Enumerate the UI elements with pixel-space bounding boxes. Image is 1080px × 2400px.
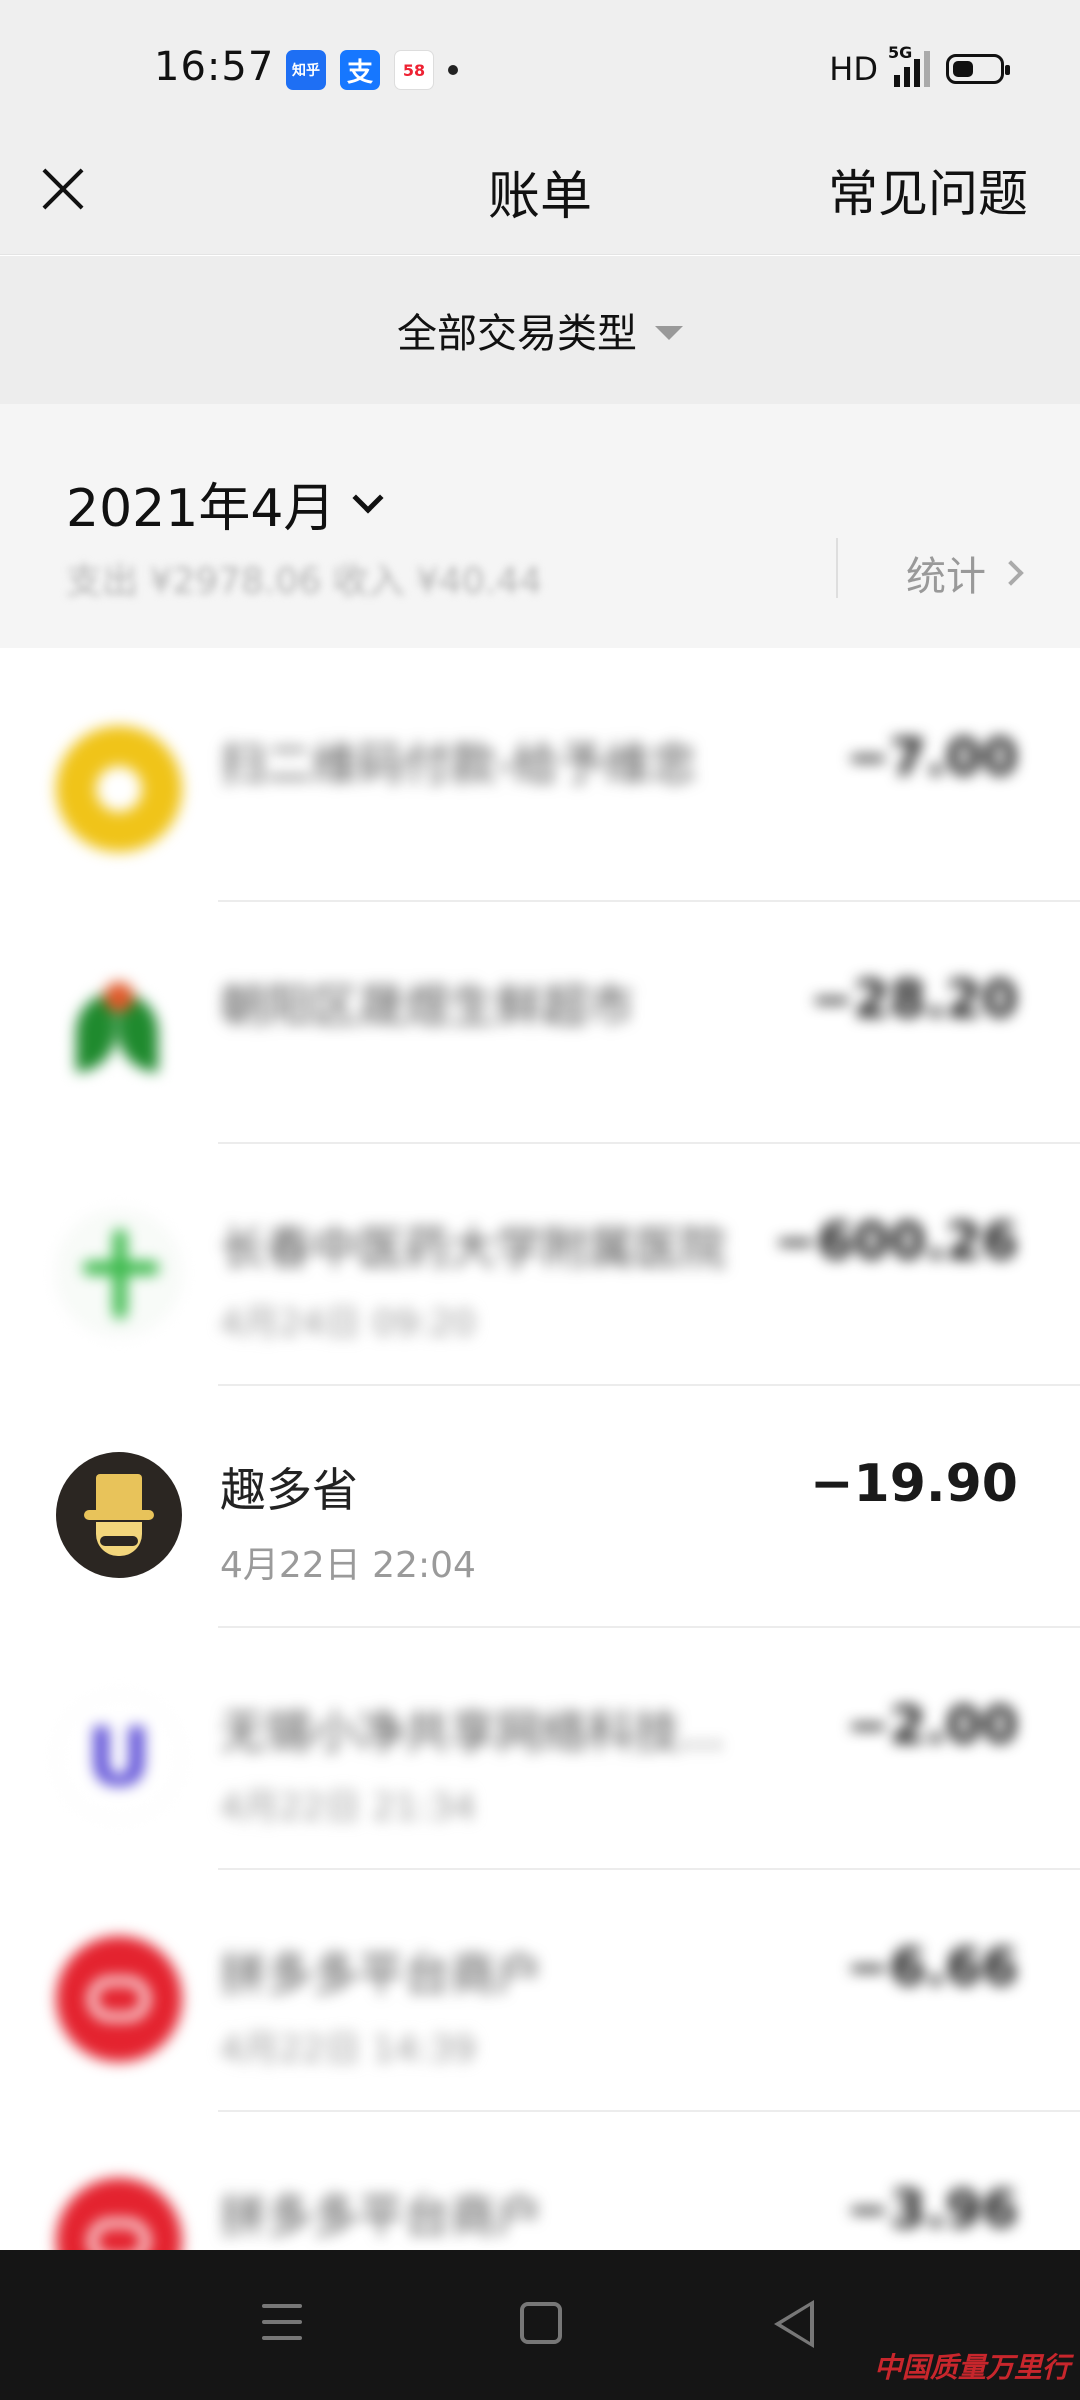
transaction-list: 扫二维码付款-给予维忠 −7.00 朝阳区晟煜生鲜超市 −28.20 长春中医药…	[0, 660, 1080, 2250]
zhihu-icon: 知乎	[286, 50, 326, 90]
menu-icon[interactable]	[262, 2304, 302, 2352]
58-app-icon: 58	[394, 50, 434, 90]
transaction-amount: −2.00	[846, 1696, 1018, 1756]
watermark-logo: 中国质量万里行	[873, 2351, 1070, 2384]
stats-button[interactable]: 统计	[906, 544, 1024, 602]
medical-cross-icon	[56, 1210, 182, 1336]
transaction-amount: −7.00	[846, 728, 1018, 788]
transaction-time: 4月22日 22:04	[220, 1545, 476, 1586]
month-label: 2021年4月	[66, 479, 336, 539]
transaction-amount: −28.20	[809, 970, 1018, 1030]
month-header: 2021年4月 支出 ¥2978.06 收入 ¥40.44 统计	[0, 404, 1080, 648]
filter-label: 全部交易类型	[397, 311, 637, 357]
top-hat-gentleman-icon	[56, 1452, 182, 1578]
notification-dot-icon	[448, 65, 458, 75]
transaction-amount: −600.26	[773, 1212, 1018, 1272]
transaction-name: 趣多省	[220, 1463, 358, 1517]
status-indicators: HD 5G	[829, 43, 1010, 88]
u-logo-icon: U	[56, 1694, 182, 1820]
transaction-time: 4月24日 09:20	[220, 1303, 476, 1344]
transaction-name: 无锡小净共享网络科技...	[220, 1705, 724, 1759]
transaction-type-filter[interactable]: 全部交易类型	[0, 256, 1080, 404]
chevron-down-icon	[352, 481, 384, 514]
transaction-row[interactable]: 扫二维码付款-给予维忠 −7.00	[0, 660, 1080, 902]
status-bar: 16:57 知乎 支 58 HD 5G	[0, 0, 1080, 140]
transaction-name: 朝阳区晟煜生鲜超市	[220, 979, 634, 1033]
stats-label: 统计	[906, 554, 986, 600]
transaction-row[interactable]: 趣多省 4月22日 22:04 −19.90	[0, 1386, 1080, 1628]
transaction-amount: −19.90	[809, 1454, 1018, 1514]
transaction-amount: −3.96	[846, 2180, 1018, 2240]
dropdown-triangle-icon	[655, 326, 683, 340]
transaction-time: 4月22日 21:34	[220, 1787, 476, 1828]
bank-logo-icon	[56, 968, 182, 1094]
transaction-amount: −6.66	[846, 1938, 1018, 1998]
transaction-name: 拼多多平台商户	[220, 1947, 542, 2001]
status-time: 16:57	[154, 44, 275, 90]
divider	[836, 538, 838, 598]
transaction-row[interactable]: 拼多多平台商户 −3.96	[0, 2112, 1080, 2250]
transaction-name: 长春中医药大学附属医院	[220, 1221, 726, 1275]
transaction-row[interactable]: 拼多多平台商户 4月22日 14:39 −6.66	[0, 1870, 1080, 2112]
transaction-name: 拼多多平台商户	[220, 2189, 542, 2243]
transaction-row[interactable]: 长春中医药大学附属医院 4月24日 09:20 −600.26	[0, 1144, 1080, 1386]
home-square-icon[interactable]	[520, 2302, 562, 2344]
transaction-row[interactable]: 朝阳区晟煜生鲜超市 −28.20	[0, 902, 1080, 1144]
network-type: 5G	[888, 43, 913, 62]
pinduoduo-icon	[56, 2178, 182, 2250]
status-app-icons: 知乎 支 58	[286, 50, 458, 90]
pinduoduo-icon	[56, 1936, 182, 2062]
back-triangle-inner	[781, 2306, 810, 2342]
wallet-icon	[56, 726, 182, 852]
alipay-icon: 支	[340, 50, 380, 90]
month-summary: 支出 ¥2978.06 收入 ¥40.44	[66, 561, 543, 602]
chevron-right-icon	[998, 560, 1024, 586]
month-picker[interactable]: 2021年4月	[66, 466, 384, 541]
transaction-time: 4月22日 14:39	[220, 2029, 476, 2070]
faq-button[interactable]: 常见问题	[828, 154, 1028, 226]
transaction-name: 扫二维码付款-给予维忠	[220, 737, 697, 791]
battery-icon	[946, 54, 1010, 84]
transaction-row[interactable]: U 无锡小净共享网络科技... 4月22日 21:34 −2.00	[0, 1628, 1080, 1870]
nav-bar: 账单 常见问题	[0, 140, 1080, 255]
hd-label: HD	[829, 50, 878, 88]
signal-icon: 5G	[888, 43, 930, 87]
